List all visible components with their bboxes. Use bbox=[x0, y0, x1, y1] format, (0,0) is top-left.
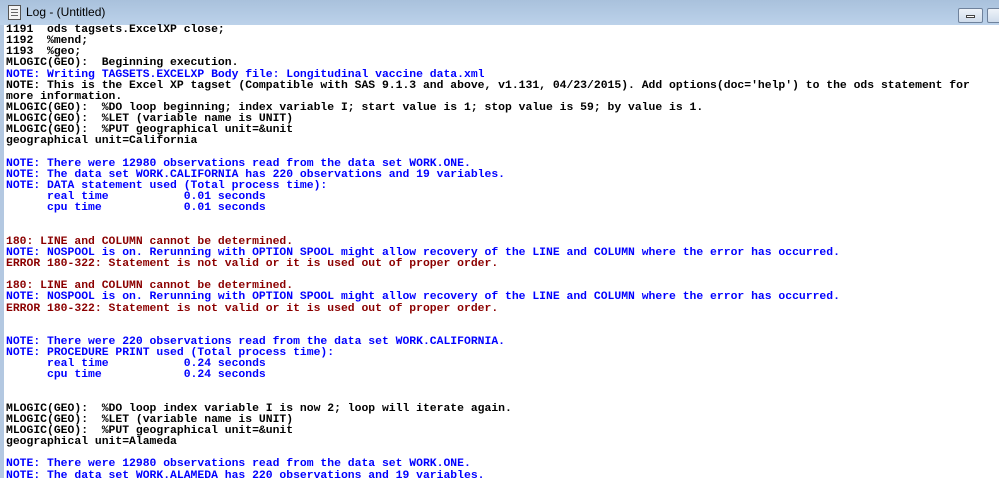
window-title: Log - (Untitled) bbox=[26, 5, 106, 19]
log-line: geographical unit=Alameda bbox=[6, 436, 177, 449]
minimize-button[interactable] bbox=[958, 8, 983, 23]
log-document-icon bbox=[8, 5, 21, 20]
log-line-note: NOTE: NOSPOOL is on. Rerunning with OPTI… bbox=[6, 291, 840, 304]
log-line-note: NOTE: There were 12980 observations read… bbox=[6, 458, 471, 471]
title-bar: Log - (Untitled) bbox=[0, 0, 999, 25]
log-line: NOTE: This is the Excel XP tagset (Compa… bbox=[6, 79, 970, 92]
log-line-error: ERROR 180-322: Statement is not valid or… bbox=[6, 257, 499, 270]
log-line: geographical unit=California bbox=[6, 135, 198, 148]
window-frame bbox=[0, 25, 4, 478]
maximize-button[interactable] bbox=[987, 8, 999, 23]
log-line-note: cpu time 0.24 seconds bbox=[6, 369, 266, 382]
log-line: MLOGIC(GEO): Beginning execution. bbox=[6, 57, 239, 70]
log-line-note: cpu time 0.01 seconds bbox=[6, 202, 266, 215]
log-line: 1191 ods tagsets.ExcelXP close; bbox=[6, 24, 225, 36]
log-line-note: NOTE: The data set WORK.ALAMEDA has 220 … bbox=[6, 469, 485, 482]
log-content[interactable]: 1191 ods tagsets.ExcelXP close; 1192 %men… bbox=[6, 24, 999, 482]
log-line-error: ERROR 180-322: Statement is not valid or… bbox=[6, 302, 499, 315]
log-line: 1192 %mend; bbox=[6, 35, 89, 48]
